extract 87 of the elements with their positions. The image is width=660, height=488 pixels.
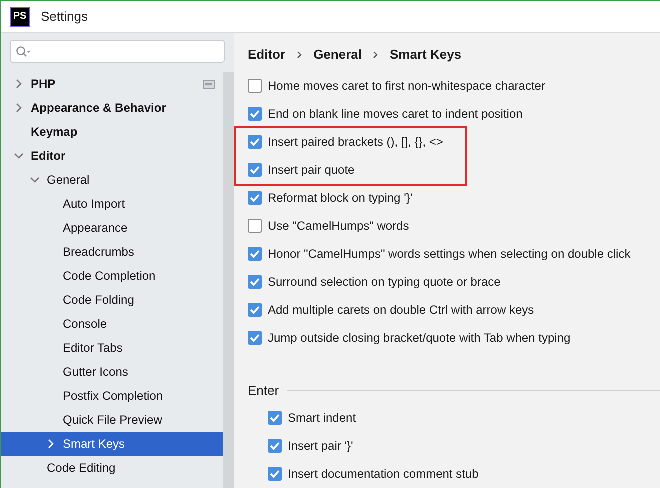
tree-item[interactable]: Console (1, 312, 223, 336)
checkbox[interactable] (268, 439, 282, 453)
tree-item-label: Code Editing (47, 460, 116, 477)
tree-item[interactable]: PHP (1, 72, 223, 96)
breadcrumb-item: General (314, 46, 362, 64)
chevron-right-icon (296, 50, 303, 59)
tree-item-label: Code Completion (63, 268, 156, 285)
tree-item[interactable]: Editor Tabs (1, 336, 223, 360)
checkbox[interactable] (248, 218, 262, 232)
tree-item-label: General (47, 172, 90, 189)
search-field[interactable] (10, 40, 225, 63)
tree-item-label: Console (63, 316, 108, 333)
tree-item[interactable]: General (1, 168, 223, 192)
app-icon: PS (10, 6, 30, 26)
tree-item-label: Smart Keys (63, 436, 126, 453)
option-label: Smart indent (288, 410, 356, 427)
check-icon (270, 442, 280, 450)
tree-item-label: Editor Tabs (63, 340, 123, 357)
chevron-right-icon[interactable] (46, 439, 56, 449)
option-label: Insert pair quote (268, 162, 355, 178)
tree-item[interactable]: Code Editing (1, 456, 223, 480)
option-label: Use "CamelHumps" words (268, 218, 410, 234)
tree-item[interactable]: Quick File Preview (1, 408, 223, 432)
option-label: Insert documentation comment stub (288, 466, 479, 483)
option-label: End on blank line moves caret to indent position (268, 106, 523, 122)
tree-item-label: Appearance & Behavior (31, 100, 166, 117)
tree-item[interactable]: Code Completion (1, 264, 223, 288)
option-label: Home moves caret to first non-whitespace character (268, 78, 546, 94)
checkbox[interactable] (248, 302, 262, 316)
search-icon (16, 46, 32, 58)
tree-item-label: Appearance (63, 220, 128, 237)
tree-item[interactable]: Auto Import (1, 192, 223, 216)
section-title: Enter (248, 382, 280, 400)
tree-item-label: Keymap (31, 124, 78, 141)
option-label: Insert paired brackets (), [], {}, <> (268, 134, 444, 150)
check-icon (270, 470, 280, 478)
check-icon (250, 166, 260, 174)
tree-item[interactable]: Editor (1, 144, 223, 168)
scrollbar[interactable] (223, 72, 234, 488)
check-icon (250, 278, 260, 286)
check-icon (250, 110, 260, 118)
checkbox[interactable] (248, 246, 262, 260)
option-label: Jump outside closing bracket/quote with Tab when typing (268, 330, 571, 346)
chevron-right-icon (372, 50, 379, 59)
tree-item[interactable]: Breadcrumbs (1, 240, 223, 264)
chevron-down-icon[interactable] (30, 175, 40, 185)
checkbox[interactable] (248, 134, 262, 148)
tree-item-label: Gutter Icons (63, 364, 128, 381)
tree-item[interactable]: Appearance (1, 216, 223, 240)
tree-item[interactable]: Gutter Icons (1, 360, 223, 384)
option-label: Reformat block on typing '}' (268, 190, 413, 206)
check-icon (250, 334, 260, 342)
check-icon (250, 306, 260, 314)
breadcrumb-item: Smart Keys (390, 46, 462, 64)
checkbox[interactable] (248, 106, 262, 120)
tree-item-label: PHP (31, 76, 56, 93)
tree-item-label: Auto Import (63, 196, 126, 213)
tree-item-label: Breadcrumbs (63, 244, 134, 261)
breadcrumb-item: Editor (248, 46, 286, 64)
checkbox[interactable] (248, 274, 262, 288)
option-label: Add multiple carets on double Ctrl with arrow keys (268, 302, 534, 318)
option-label: Honor "CamelHumps" words settings when selecting on double click (268, 246, 631, 262)
check-icon (270, 414, 280, 422)
checkbox[interactable] (268, 467, 282, 481)
tree-item[interactable]: Smart Keys (1, 432, 223, 456)
chevron-down-icon[interactable] (14, 151, 24, 161)
tree-item[interactable]: Appearance & Behavior (1, 96, 223, 120)
chevron-right-icon[interactable] (14, 79, 24, 89)
checkbox[interactable] (248, 78, 262, 92)
tree-item[interactable]: Code Folding (1, 288, 223, 312)
check-icon (250, 138, 260, 146)
chevron-right-icon[interactable] (14, 103, 24, 113)
checkbox[interactable] (248, 330, 262, 344)
checkbox[interactable] (268, 411, 282, 425)
tree-item[interactable]: Keymap (1, 120, 223, 144)
checkbox[interactable] (248, 190, 262, 204)
checkbox[interactable] (248, 162, 262, 176)
option-label: Surround selection on typing quote or brace (268, 274, 501, 290)
tree-item-label: Postfix Completion (63, 388, 164, 405)
tree-item[interactable]: Postfix Completion (1, 384, 223, 408)
tree-item-label: Editor (31, 148, 66, 165)
check-icon (250, 194, 260, 202)
option-label: Insert pair '}' (288, 438, 354, 455)
window-title: Settings (41, 8, 88, 26)
check-icon (250, 250, 260, 258)
tree-item-label: Quick File Preview (63, 412, 162, 429)
tree-item-label: Code Folding (63, 292, 134, 309)
